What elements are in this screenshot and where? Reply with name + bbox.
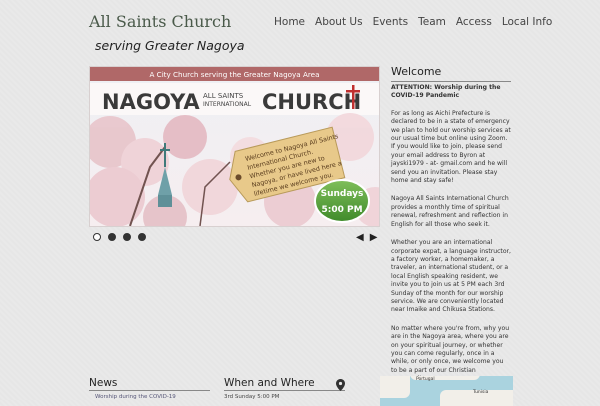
badge-sundays: Sundays — [321, 189, 364, 199]
news-heading: News — [89, 377, 210, 391]
when-time: 3rd Sunday 5:00 PM — [224, 394, 280, 400]
welcome-paragraph-1: For as long as Aichi Prefecture is decla… — [391, 109, 511, 185]
nav-about-us[interactable]: About Us — [315, 16, 363, 28]
welcome-paragraph-3: Whether you are an international corpora… — [391, 239, 511, 314]
nav-events[interactable]: Events — [373, 16, 409, 28]
nav-local-info[interactable]: Local Info — [502, 16, 552, 28]
when-where-label: When and Where — [224, 377, 315, 389]
map-pin-icon — [336, 376, 345, 391]
hero-slider[interactable]: A City Church serving the Greater Nagoya… — [89, 66, 380, 227]
nav-access[interactable]: Access — [456, 16, 492, 28]
badge-time: 5:00 PM — [321, 205, 362, 215]
site-tagline: serving Greater Nagoya — [95, 38, 245, 53]
location-map[interactable]: Portugal Tunisia — [380, 376, 513, 406]
slider-dot-2[interactable] — [108, 233, 116, 241]
slide-image: A City Church serving the Greater Nagoya… — [90, 67, 379, 226]
news-item[interactable]: Worship during the COVID-19 — [95, 394, 176, 400]
banner-text: A City Church serving the Greater Nagoya… — [149, 70, 319, 79]
slider-dot-4[interactable] — [138, 233, 146, 241]
slider-dots — [93, 233, 146, 241]
welcome-body: ATTENTION: Worship during the COVID-19 P… — [391, 84, 511, 394]
prev-arrow-icon[interactable]: ◀ — [356, 232, 364, 243]
welcome-paragraph-4: No matter where you're from, why you are… — [391, 324, 510, 382]
main-nav: Home About Us Events Team Access Local I… — [274, 16, 552, 28]
next-arrow-icon[interactable]: ▶ — [370, 232, 378, 243]
slider-dot-1[interactable] — [93, 233, 101, 241]
slider-arrows: ◀ ▶ — [356, 232, 377, 243]
logo-international: INTERNATIONAL — [203, 101, 252, 108]
map-label-tunisia: Tunisia — [473, 390, 489, 395]
site-title[interactable]: All Saints Church — [89, 12, 231, 31]
attention-notice: ATTENTION: Worship during the COVID-19 P… — [391, 84, 501, 100]
welcome-paragraph-2: Nagoya All Saints International Church p… — [391, 195, 509, 228]
when-where-heading: When and Where — [224, 377, 345, 391]
logo-all-saints: ALL SAINTS — [203, 92, 244, 100]
welcome-heading: Welcome — [391, 65, 511, 82]
slider-dot-3[interactable] — [123, 233, 131, 241]
map-label-portugal: Portugal — [416, 377, 435, 382]
logo-church: CHURCH — [262, 90, 361, 114]
nav-home[interactable]: Home — [274, 16, 305, 28]
nav-team[interactable]: Team — [418, 16, 446, 28]
sundays-badge: Sundays 5:00 PM — [314, 179, 370, 223]
logo-nagoya: NAGOYA — [102, 90, 200, 114]
